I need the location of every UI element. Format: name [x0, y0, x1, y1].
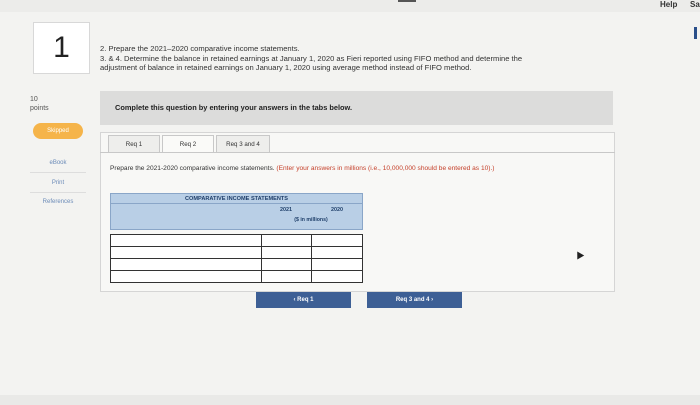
instruction-note: (Enter your answers in millions (i.e., 1…	[276, 165, 495, 172]
tab-instruction: Prepare the 2021-2020 comparative income…	[110, 164, 610, 173]
row-2021-input[interactable]	[261, 259, 312, 270]
income-statement-table: COMPARATIVE INCOME STATEMENTS 2021 2020 …	[110, 193, 363, 286]
prompt-line: adjustment of balance in retained earnin…	[100, 63, 472, 73]
prompt-line: 3. & 4. Determine the balance in retaine…	[100, 53, 523, 63]
instruction-text: Prepare the 2021-2020 comparative income…	[110, 165, 275, 172]
tab-req-1[interactable]: Req 1	[108, 135, 160, 152]
prev-req-button[interactable]: ‹ Req 1	[256, 292, 351, 308]
row-2021-input[interactable]	[261, 247, 312, 258]
top-bar	[0, 0, 700, 12]
help-link[interactable]: Help	[660, 0, 677, 9]
table-row	[110, 270, 363, 283]
sidebar-divider	[30, 192, 86, 193]
status-badge: Skipped	[33, 123, 83, 139]
table-column-header: 2021 2020 ($ in millions)	[110, 204, 363, 230]
row-2021-input[interactable]	[261, 271, 312, 282]
tab-divider	[100, 152, 615, 153]
tab-bar: Req 1 Req 2 Req 3 and 4	[108, 135, 272, 153]
instruction-banner: Complete this question by entering your …	[100, 91, 613, 125]
points-block: 10 points	[30, 95, 49, 113]
points-label: points	[30, 105, 49, 112]
sidebar-divider	[30, 172, 86, 173]
row-label-input[interactable]	[111, 259, 262, 270]
row-label-input[interactable]	[111, 247, 262, 258]
tab-req-2[interactable]: Req 2	[162, 135, 214, 152]
top-tick	[398, 0, 416, 2]
bottom-bar	[0, 395, 700, 405]
column-2020: 2020	[331, 207, 343, 213]
next-req-button[interactable]: Req 3 and 4 ›	[367, 292, 462, 308]
tab-req-3-and-4[interactable]: Req 3 and 4	[216, 135, 270, 152]
prompt-line: 2. Prepare the 2021–2020 comparative inc…	[100, 44, 300, 53]
table-title: COMPARATIVE INCOME STATEMENTS	[110, 193, 363, 204]
save-link[interactable]: Sa	[690, 0, 700, 9]
ebook-link[interactable]: eBook	[30, 160, 86, 166]
row-label-input[interactable]	[111, 271, 262, 282]
print-link[interactable]: Print	[30, 180, 86, 186]
unit-label: ($ in millions)	[294, 217, 328, 223]
points-value: 10	[30, 96, 38, 103]
row-2021-input[interactable]	[261, 235, 312, 246]
banner-text: Complete this question by entering your …	[115, 103, 353, 112]
references-link[interactable]: References	[30, 199, 86, 205]
column-2021: 2021	[280, 207, 292, 213]
question-number: 1	[33, 22, 90, 74]
edge-marker	[694, 27, 697, 39]
row-label-input[interactable]	[111, 235, 262, 246]
question-prompt: 2. Prepare the 2021–2020 comparative inc…	[100, 44, 660, 73]
